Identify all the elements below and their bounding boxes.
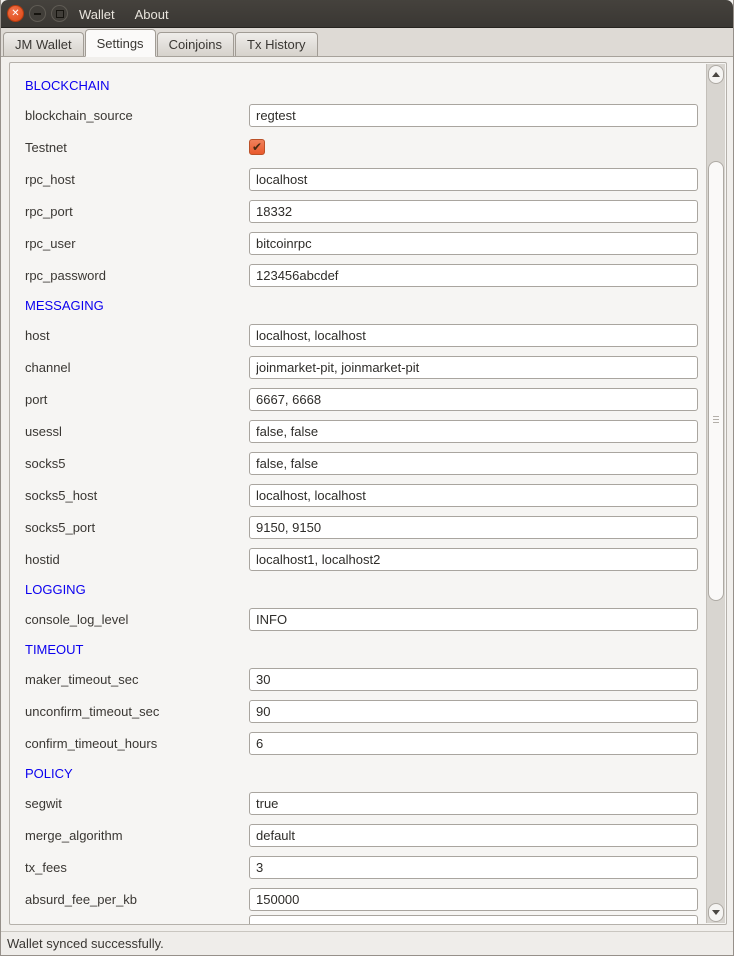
tabs: JM WalletSettingsCoinjoinsTx History [3, 29, 319, 56]
field-label: usessl [25, 424, 249, 439]
settings-row: blockchain_source [10, 99, 706, 131]
field-label: maker_timeout_sec [25, 672, 249, 687]
section-header: MESSAGING [10, 291, 706, 319]
menubar: Wallet About [79, 0, 169, 28]
settings-row: hostid [10, 543, 706, 575]
field-label: channel [25, 360, 249, 375]
tab-bar: JM WalletSettingsCoinjoinsTx History [1, 28, 733, 57]
text-field[interactable] [249, 824, 698, 847]
text-field[interactable] [249, 888, 698, 911]
field-label: socks5 [25, 456, 249, 471]
minimize-window-icon[interactable] [29, 5, 46, 22]
text-field[interactable] [249, 516, 698, 539]
text-field[interactable] [249, 792, 698, 815]
text-field[interactable] [249, 324, 698, 347]
settings-row: port [10, 383, 706, 415]
field-label: rpc_user [25, 236, 249, 251]
settings-row: channel [10, 351, 706, 383]
settings-row: tx_fees [10, 851, 706, 883]
settings-row: absurd_fee_per_kb [10, 883, 706, 915]
tab-jm-wallet[interactable]: JM Wallet [3, 32, 84, 56]
settings-row: socks5_host [10, 479, 706, 511]
field-label: socks5_port [25, 520, 249, 535]
field-label: segwit [25, 796, 249, 811]
scrollbar-grip [713, 416, 719, 425]
section-header: LOGGING [10, 575, 706, 603]
text-field[interactable] [249, 732, 698, 755]
vertical-scrollbar[interactable] [706, 64, 725, 923]
tab-settings[interactable]: Settings [85, 29, 156, 57]
text-field[interactable] [249, 700, 698, 723]
settings-row: console_log_level [10, 603, 706, 635]
settings-row: Testnet✔ [10, 131, 706, 163]
settings-row: usessl [10, 415, 706, 447]
section-header: POLICY [10, 759, 706, 787]
menu-item-wallet[interactable]: Wallet [79, 7, 115, 22]
field-label: hostid [25, 552, 249, 567]
partial-field[interactable] [249, 915, 698, 924]
settings-row: host [10, 319, 706, 351]
settings-row: maker_timeout_sec [10, 663, 706, 695]
settings-row: segwit [10, 787, 706, 819]
field-label: port [25, 392, 249, 407]
text-field[interactable] [249, 264, 698, 287]
text-field[interactable] [249, 608, 698, 631]
field-label: unconfirm_timeout_sec [25, 704, 249, 719]
settings-row: rpc_user [10, 227, 706, 259]
testnet-checkbox[interactable]: ✔ [249, 139, 265, 155]
close-window-icon[interactable]: ✕ [7, 5, 24, 22]
settings-row: rpc_host [10, 163, 706, 195]
tab-tx-history[interactable]: Tx History [235, 32, 318, 56]
settings-row: merge_algorithm [10, 819, 706, 851]
section-header: BLOCKCHAIN [10, 71, 706, 99]
field-label: absurd_fee_per_kb [25, 892, 249, 907]
text-field[interactable] [249, 668, 698, 691]
settings-row: confirm_timeout_hours [10, 727, 706, 759]
field-label: host [25, 328, 249, 343]
field-label: tx_fees [25, 860, 249, 875]
text-field[interactable] [249, 420, 698, 443]
field-label: Testnet [25, 140, 249, 155]
settings-row: rpc_password [10, 259, 706, 291]
text-field[interactable] [249, 200, 698, 223]
settings-row [10, 915, 706, 924]
settings-row: socks5_port [10, 511, 706, 543]
text-field[interactable] [249, 484, 698, 507]
text-field[interactable] [249, 388, 698, 411]
text-field[interactable] [249, 104, 698, 127]
scroll-down-icon[interactable] [708, 903, 724, 922]
scrollbar-thumb[interactable] [708, 161, 724, 601]
text-field[interactable] [249, 548, 698, 571]
settings-row: socks5 [10, 447, 706, 479]
field-label: rpc_port [25, 204, 249, 219]
field-label: rpc_host [25, 172, 249, 187]
settings-row: unconfirm_timeout_sec [10, 695, 706, 727]
text-field[interactable] [249, 356, 698, 379]
text-field[interactable] [249, 452, 698, 475]
field-label: confirm_timeout_hours [25, 736, 249, 751]
tab-coinjoins[interactable]: Coinjoins [157, 32, 234, 56]
field-label: blockchain_source [25, 108, 249, 123]
window-controls: ✕ [7, 5, 68, 22]
settings-scroll-area: BLOCKCHAIN blockchain_source Testnet✔ rpc_h… [9, 62, 727, 925]
status-bar: Wallet synced successfully. [1, 931, 733, 955]
field-label: socks5_host [25, 488, 249, 503]
titlebar: ✕ Wallet About [1, 0, 733, 28]
app-window: ✕ Wallet About JM WalletSettingsCoinjoin… [0, 0, 734, 956]
text-field[interactable] [249, 168, 698, 191]
content-area: BLOCKCHAIN blockchain_source Testnet✔ rpc_h… [1, 57, 733, 932]
field-label: merge_algorithm [25, 828, 249, 843]
status-message: Wallet synced successfully. [1, 936, 164, 951]
text-field[interactable] [249, 232, 698, 255]
scroll-up-icon[interactable] [708, 65, 724, 84]
settings-row: rpc_port [10, 195, 706, 227]
menu-item-about[interactable]: About [135, 7, 169, 22]
section-header: TIMEOUT [10, 635, 706, 663]
maximize-window-icon[interactable] [51, 5, 68, 22]
settings-form: BLOCKCHAIN blockchain_source Testnet✔ rpc_h… [10, 63, 706, 924]
field-label: console_log_level [25, 612, 249, 627]
field-label: rpc_password [25, 268, 249, 283]
text-field[interactable] [249, 856, 698, 879]
